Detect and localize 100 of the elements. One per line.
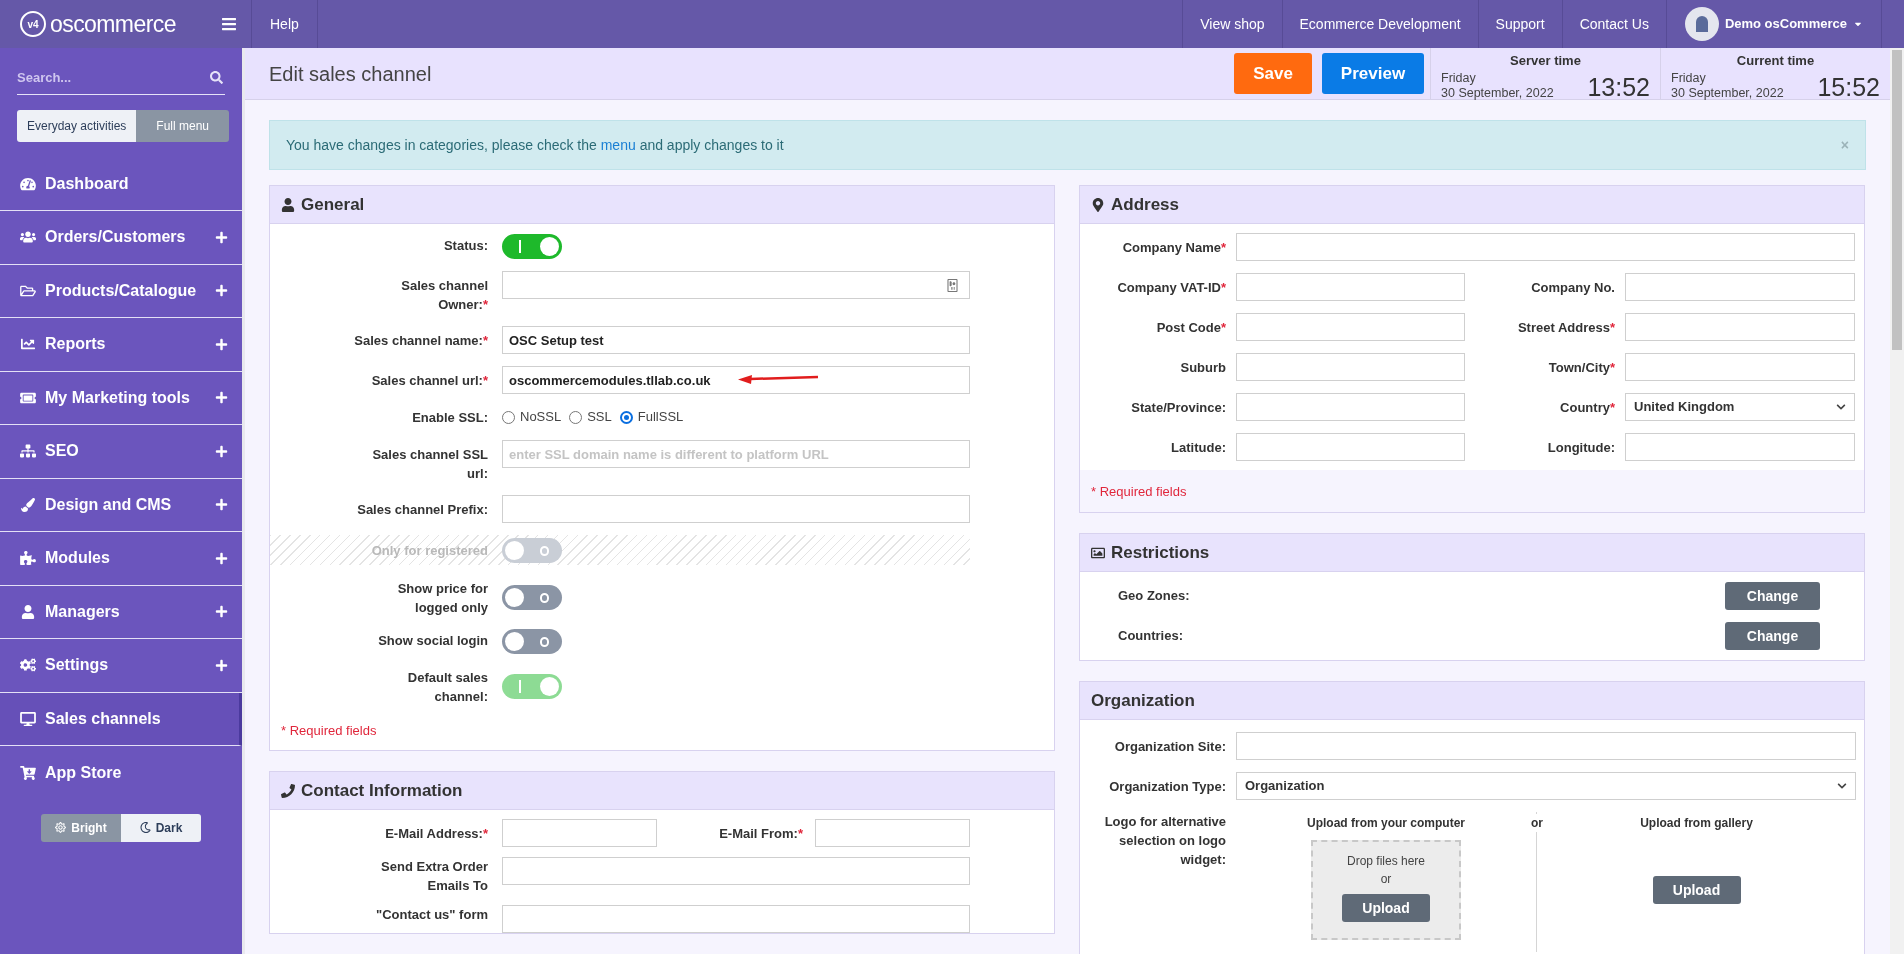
field-label: Company Name*	[1122, 238, 1226, 257]
field-label: Town/City*	[1548, 358, 1615, 377]
text-field[interactable]: oscommercemodules.tllab.co.uk	[502, 366, 970, 394]
expand-icon[interactable]	[215, 605, 228, 619]
sidebar-item[interactable]: Design and CMS	[0, 478, 242, 532]
menu-icon[interactable]	[221, 16, 237, 32]
text-field[interactable]	[1236, 313, 1465, 341]
expand-icon[interactable]	[215, 391, 228, 405]
sidebar-item[interactable]: My Marketing tools	[0, 371, 242, 425]
toggle-switch[interactable]	[502, 584, 562, 610]
sidebar-item[interactable]: App Store	[0, 746, 242, 800]
toggle-switch[interactable]	[502, 234, 562, 259]
clock-label: Current time	[1735, 52, 1816, 70]
expand-icon[interactable]	[215, 337, 228, 351]
field-label: Status:	[443, 237, 488, 255]
field-label: Enable SSL:	[412, 409, 488, 427]
sitemap-icon	[20, 444, 36, 459]
text-field[interactable]	[1236, 393, 1465, 421]
sun-icon	[55, 822, 67, 833]
sidebar-item[interactable]: Dashboard	[0, 157, 242, 211]
panel-title: Contact Information	[301, 779, 463, 802]
text-field[interactable]	[1625, 353, 1855, 381]
date-text: 30 September, 2022	[1671, 85, 1784, 101]
upload-title: Upload from gallery	[1640, 815, 1753, 832]
sidebar-item[interactable]: Orders/Customers	[0, 211, 242, 265]
expand-icon[interactable]	[215, 444, 228, 458]
expand-icon[interactable]	[215, 498, 228, 512]
text-field[interactable]	[502, 857, 970, 885]
upload-button[interactable]: Upload	[1342, 894, 1430, 922]
radio-option[interactable]: NoSSL	[502, 407, 562, 427]
field-label: Show price for logged only	[396, 580, 488, 617]
upload-button[interactable]: Upload	[1652, 876, 1741, 904]
sidebar-item[interactable]: Sales channels	[0, 692, 242, 746]
expand-icon[interactable]	[215, 284, 228, 298]
sidebar-item[interactable]: Reports	[0, 318, 242, 372]
or-text: or	[1531, 814, 1543, 832]
panel-title: Organization	[1091, 689, 1195, 712]
text-field[interactable]	[1236, 353, 1465, 381]
select-field[interactable]: Organization	[1236, 772, 1856, 800]
theme-toggle[interactable]: Bright	[41, 813, 121, 842]
field-label: Sales channel Prefix:	[357, 501, 488, 519]
logo-text: oscommerce	[50, 9, 176, 39]
panel-title: Restrictions	[1111, 541, 1210, 564]
menu-mode-toggle[interactable]: Everyday activities	[17, 109, 137, 142]
image-icon	[1091, 545, 1105, 560]
text-field[interactable]	[815, 819, 970, 847]
text-field[interactable]	[502, 495, 970, 523]
change-button[interactable]: Change	[1725, 622, 1820, 650]
sidebar-item[interactable]: Products/Catalogue	[0, 264, 242, 318]
expand-icon[interactable]	[215, 551, 228, 565]
sidebar-item[interactable]: Modules	[0, 532, 242, 586]
radio-option[interactable]: SSL	[569, 407, 612, 427]
text-field[interactable]: OSC Setup test	[502, 326, 970, 354]
users-icon	[20, 230, 36, 245]
theme-toggle[interactable]: Dark	[121, 813, 201, 842]
logo[interactable]: v4 oscommerce	[20, 6, 176, 42]
field-label: Street Address*	[1517, 318, 1615, 337]
folder-icon	[20, 283, 36, 298]
owner-field[interactable]	[502, 271, 970, 299]
phone-icon	[281, 783, 295, 798]
expand-icon[interactable]	[215, 658, 228, 672]
expand-icon[interactable]	[215, 230, 228, 244]
chart-icon	[20, 337, 36, 352]
text-field[interactable]	[502, 905, 970, 933]
avatar-icon	[1684, 7, 1719, 41]
contact-card-icon	[946, 278, 959, 292]
clock-label: Server time	[1509, 52, 1582, 70]
sidebar-item[interactable]: Managers	[0, 585, 242, 639]
alert-text: You have changes in categories, please check the menu and apply changes to it	[286, 135, 785, 155]
text-field[interactable]	[1236, 433, 1465, 461]
panel-title: General	[301, 193, 365, 216]
text-field[interactable]	[1625, 433, 1855, 461]
field-label: Show social login	[378, 632, 488, 650]
menu-link[interactable]: menu	[600, 136, 636, 153]
drop-zone[interactable]: Drop files here or Upload	[1311, 840, 1461, 940]
radio-option[interactable]: FullSSL	[619, 407, 684, 427]
field-label: Latitude:	[1171, 438, 1226, 457]
change-button[interactable]: Change	[1725, 582, 1820, 610]
text-field[interactable]	[1625, 273, 1855, 301]
sidebar-item[interactable]: Settings	[0, 639, 242, 693]
text-field[interactable]	[1236, 233, 1855, 261]
preview-button[interactable]: Preview	[1322, 53, 1424, 94]
toggle-switch[interactable]	[502, 629, 562, 654]
sidebar-item[interactable]: SEO	[0, 425, 242, 479]
menu-mode-toggle[interactable]: Full menu	[136, 109, 229, 142]
field-label: Company No.	[1531, 278, 1615, 297]
page-title: Edit sales channel	[269, 61, 433, 87]
text-field[interactable]	[1236, 732, 1856, 760]
text-field[interactable]	[1625, 313, 1855, 341]
required-note: * Required fields	[281, 723, 377, 738]
text-field[interactable]	[1236, 273, 1465, 301]
dashboard-icon	[20, 176, 36, 191]
field-label: E-Mail Address:*	[385, 825, 488, 843]
chevron-icon	[1836, 402, 1846, 412]
text-field[interactable]	[502, 819, 657, 847]
text-field[interactable]: enter SSL domain name is different to platform URL	[502, 440, 970, 468]
restriction-label: Countries:	[1118, 627, 1183, 646]
select-field[interactable]: United Kingdom	[1625, 393, 1855, 421]
scrollbar[interactable]	[1890, 48, 1904, 954]
field-label: Logo for alternative selection on logo widget:	[1103, 813, 1226, 869]
